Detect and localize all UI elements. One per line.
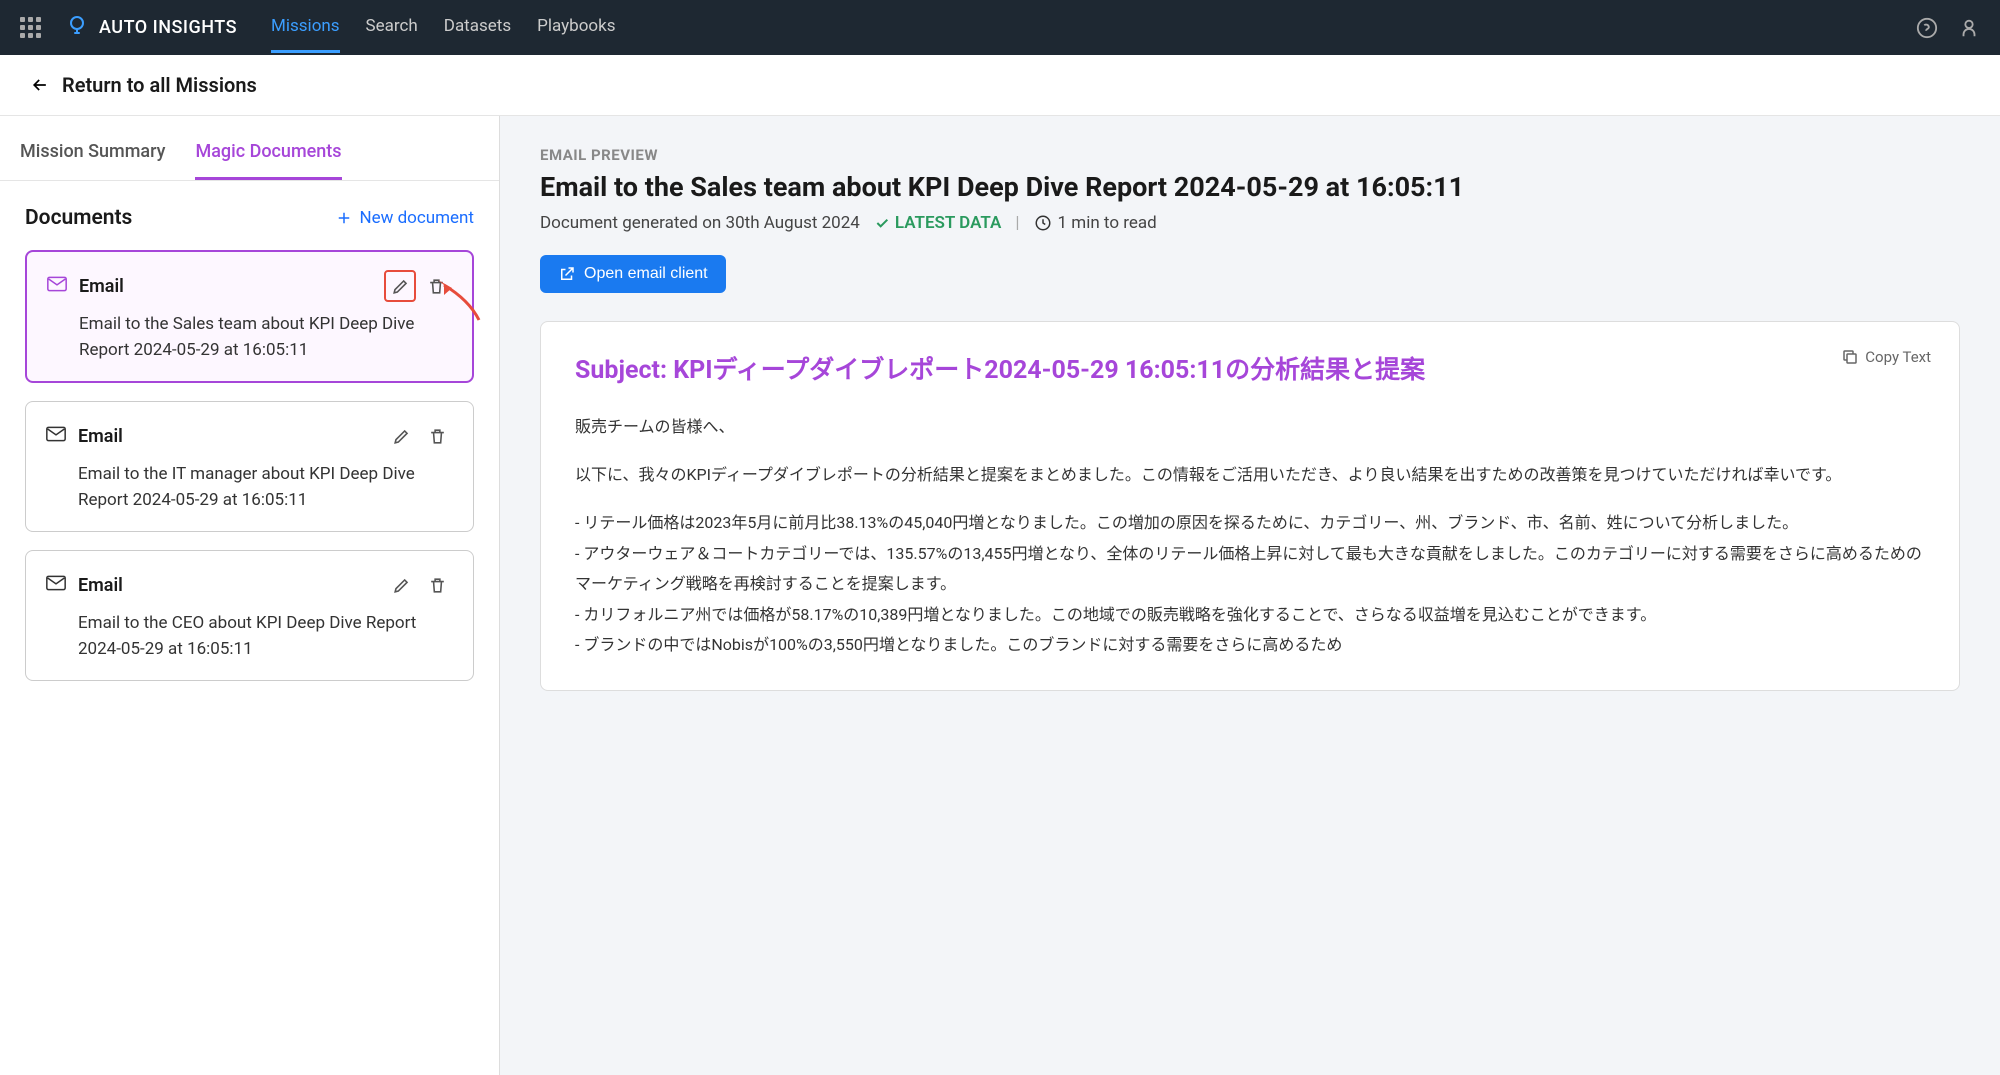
doc-type-label: Email [78,426,373,447]
documents-heading: Documents [25,206,132,230]
user-icon[interactable] [1958,17,1980,39]
meta-divider: | [1015,213,1019,233]
trash-icon [428,576,447,595]
email-bullets: - リテール価格は2023年5月に前月比38.13%の45,040円増となりまし… [575,508,1925,660]
check-icon [874,215,890,231]
email-body: Copy Text Subject: KPIディープダイブレポート2024-05… [540,321,1960,691]
email-icon [47,276,67,296]
external-link-icon [558,265,576,283]
plus-icon [335,209,353,227]
brand-text: AUTO INSIGHTS [99,17,237,38]
trash-icon [427,277,446,296]
delete-button[interactable] [421,569,453,601]
edit-button[interactable] [384,270,416,302]
generated-date: Document generated on 30th August 2024 [540,213,860,233]
brand-logo-icon [65,14,89,42]
doc-description: Email to the Sales team about KPI Deep D… [47,312,452,363]
email-intro: 以下に、我々のKPIディープダイブレポートの分析結果と提案をまとめました。この情… [575,460,1925,490]
read-time: 1 min to read [1034,213,1157,233]
email-icon [46,426,66,446]
preview-meta: Document generated on 30th August 2024 L… [540,213,1960,233]
preview-title: Email to the Sales team about KPI Deep D… [540,170,1960,205]
nav-link-search[interactable]: Search [366,2,418,53]
topbar: AUTO INSIGHTS Missions Search Datasets P… [0,0,2000,55]
email-greeting: 販売チームの皆様へ、 [575,412,1925,442]
apps-grid-icon[interactable] [20,17,41,38]
open-email-client-button[interactable]: Open email client [540,255,726,293]
doc-type-label: Email [79,276,372,297]
right-panel: EMAIL PREVIEW Email to the Sales team ab… [500,116,2000,1075]
back-to-missions[interactable]: Return to all Missions [0,55,2000,116]
nav-links: Missions Search Datasets Playbooks [271,2,615,53]
doc-type-label: Email [78,575,373,596]
latest-data-badge: LATEST DATA [874,213,1002,233]
tabs: Mission Summary Magic Documents [0,116,499,181]
doc-card[interactable]: Email Email to the IT manager about KPI … [25,401,474,532]
pencil-icon [391,277,410,296]
arrow-left-icon [30,75,50,95]
nav-link-playbooks[interactable]: Playbooks [537,2,615,53]
doc-card[interactable]: Email Email to the Sales team about KPI … [25,250,474,383]
preview-label: EMAIL PREVIEW [540,146,1960,164]
left-panel: Mission Summary Magic Documents Document… [0,116,500,1075]
tab-mission-summary[interactable]: Mission Summary [20,126,165,180]
help-icon[interactable] [1916,17,1938,39]
nav-link-datasets[interactable]: Datasets [444,2,511,53]
edit-button[interactable] [385,569,417,601]
nav-link-missions[interactable]: Missions [271,2,340,53]
copy-text-button[interactable]: Copy Text [1841,348,1931,366]
email-subject: Subject: KPIディープダイブレポート2024-05-29 16:05:… [575,352,1925,390]
copy-icon [1841,348,1859,366]
email-icon [46,575,66,595]
doc-description: Email to the CEO about KPI Deep Dive Rep… [46,611,453,662]
edit-button[interactable] [385,420,417,452]
pencil-icon [392,576,411,595]
tab-magic-documents[interactable]: Magic Documents [195,126,341,180]
trash-icon [428,427,447,446]
clock-icon [1034,214,1052,232]
back-label: Return to all Missions [62,73,257,97]
doc-card[interactable]: Email Email to the CEO about KPI Deep Di… [25,550,474,681]
delete-button[interactable] [421,420,453,452]
doc-description: Email to the IT manager about KPI Deep D… [46,462,453,513]
brand[interactable]: AUTO INSIGHTS [65,14,237,42]
pencil-icon [392,427,411,446]
new-document-button[interactable]: New document [335,208,474,228]
new-document-label: New document [359,208,474,228]
delete-button[interactable] [420,270,452,302]
